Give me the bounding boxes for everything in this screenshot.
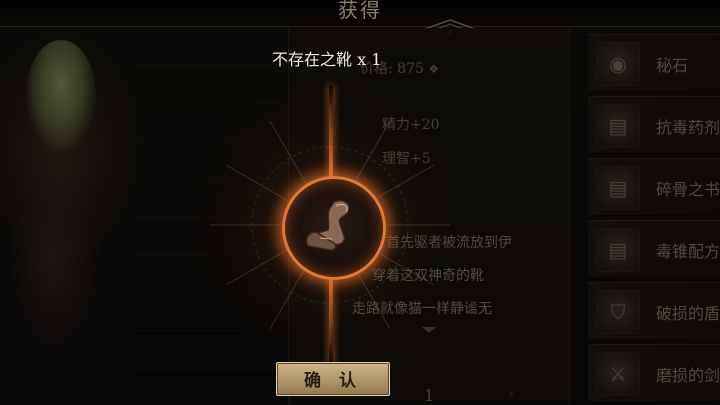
boots-icon	[305, 200, 350, 251]
confirm-button[interactable]: 确 认	[276, 362, 390, 396]
reward-item-name: 不存在之靴 x 1	[272, 50, 382, 69]
